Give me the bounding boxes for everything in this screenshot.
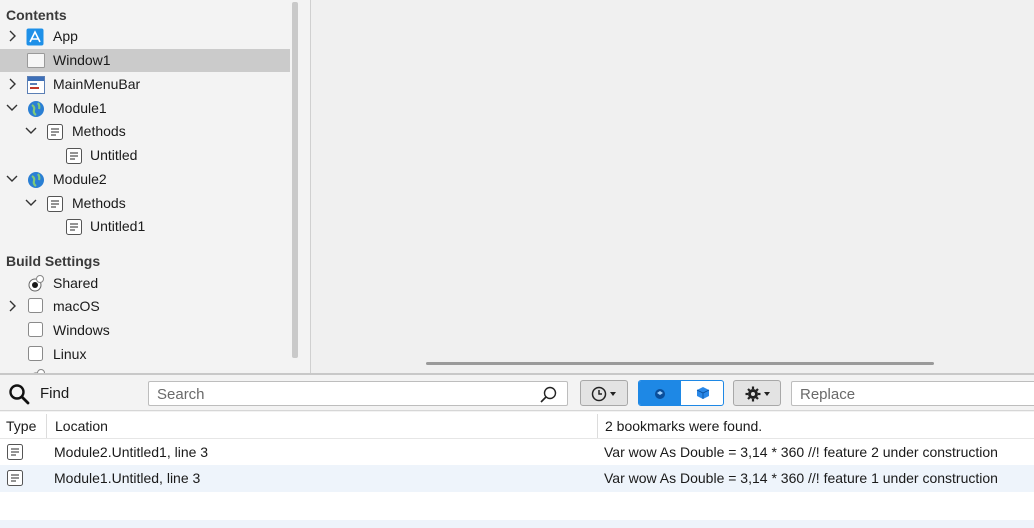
module-globe-icon bbox=[27, 100, 45, 118]
options-button[interactable] bbox=[733, 380, 781, 406]
build-item-partial bbox=[0, 366, 290, 373]
chevron-down-icon[interactable] bbox=[25, 125, 37, 137]
history-button[interactable] bbox=[580, 380, 628, 406]
scope-option-current[interactable] bbox=[639, 381, 681, 405]
scope-toggle bbox=[638, 380, 724, 406]
tree-item-label: Module1 bbox=[53, 100, 107, 116]
chevron-right-icon[interactable] bbox=[6, 30, 18, 42]
row-code: Var wow As Double = 3,14 * 360 //! featu… bbox=[604, 470, 998, 486]
tree-item-label: Methods bbox=[72, 195, 126, 211]
chevron-right-icon[interactable] bbox=[6, 78, 18, 90]
results-header: Type Location 2 bookmarks were found. bbox=[0, 412, 1034, 439]
results-status: 2 bookmarks were found. bbox=[605, 418, 763, 434]
tree-item-module1[interactable]: Module1 bbox=[0, 97, 290, 120]
sidebar-scrollbar-thumb[interactable] bbox=[292, 2, 298, 358]
bookmark-icon bbox=[6, 469, 24, 490]
build-item-shared[interactable]: Shared bbox=[0, 272, 290, 295]
build-item-macos[interactable]: macOS bbox=[0, 295, 290, 318]
folder-methods-icon bbox=[46, 195, 64, 213]
method-icon bbox=[65, 218, 83, 236]
tree-item-mainmenubar[interactable]: MainMenuBar bbox=[0, 73, 290, 96]
search-icon[interactable] bbox=[539, 385, 559, 408]
build-item-linux[interactable]: Linux bbox=[0, 343, 290, 366]
search-field[interactable] bbox=[148, 381, 568, 406]
find-magnifier-icon bbox=[8, 383, 30, 408]
sidebar-scrollbar[interactable] bbox=[290, 0, 310, 373]
checkbox-icon[interactable] bbox=[28, 346, 46, 364]
tree-item-untitled1[interactable]: Untitled1 bbox=[0, 215, 290, 238]
gear-icon bbox=[745, 385, 773, 406]
method-icon bbox=[65, 147, 83, 165]
results-table: Type Location 2 bookmarks were found. Mo… bbox=[0, 412, 1034, 528]
tree-item-module2[interactable]: Module2 bbox=[0, 168, 290, 191]
column-separator[interactable] bbox=[597, 414, 598, 438]
chevron-down-icon[interactable] bbox=[6, 102, 18, 114]
column-separator[interactable] bbox=[46, 414, 47, 438]
history-icon bbox=[591, 385, 619, 406]
tree-item-label: Untitled1 bbox=[90, 218, 146, 234]
tree-item-methods[interactable]: Methods bbox=[0, 192, 290, 215]
column-header-type[interactable]: Type bbox=[6, 418, 36, 434]
find-bar: Find bbox=[0, 375, 1034, 411]
chevron-right-icon[interactable] bbox=[6, 300, 18, 312]
editor-horizontal-scrollbar[interactable] bbox=[426, 362, 934, 365]
tree-item-label: Module2 bbox=[53, 171, 107, 187]
contents-header: Contents bbox=[6, 7, 67, 23]
tree-item-label: Methods bbox=[72, 123, 126, 139]
tree-item-label: Untitled bbox=[90, 147, 138, 163]
folder-methods-icon bbox=[46, 123, 64, 141]
build-item-label: macOS bbox=[53, 298, 100, 314]
tree-item-label: Window1 bbox=[53, 52, 111, 68]
find-label: Find bbox=[40, 385, 70, 402]
row-code: Var wow As Double = 3,14 * 360 //! featu… bbox=[604, 444, 998, 460]
cube-small-icon bbox=[654, 387, 666, 403]
module-globe-icon bbox=[27, 171, 45, 189]
build-item-label: Windows bbox=[53, 322, 110, 338]
row-location: Module1.Untitled, line 3 bbox=[54, 470, 201, 486]
replace-input[interactable] bbox=[798, 384, 1028, 404]
build-item-windows[interactable]: Windows bbox=[0, 319, 290, 342]
cube-icon bbox=[696, 386, 710, 403]
build-item-label: Linux bbox=[53, 346, 87, 362]
chevron-down-icon[interactable] bbox=[6, 173, 18, 185]
build-item-label: Shared bbox=[53, 275, 99, 291]
tree-item-label: MainMenuBar bbox=[53, 76, 141, 92]
table-row[interactable]: Module2.Untitled1, line 3 Var wow As Dou… bbox=[0, 439, 1034, 466]
tree-item-window1[interactable]: Window1 bbox=[0, 49, 290, 72]
checkbox-icon[interactable] bbox=[28, 298, 46, 316]
radio-icon[interactable] bbox=[27, 275, 45, 293]
chevron-down-icon[interactable] bbox=[25, 197, 37, 209]
app-icon bbox=[26, 28, 44, 46]
checkbox-icon[interactable] bbox=[28, 322, 46, 340]
search-input[interactable] bbox=[155, 384, 535, 404]
editor-area[interactable] bbox=[311, 0, 1034, 373]
column-header-location[interactable]: Location bbox=[55, 418, 108, 434]
bookmark-icon bbox=[6, 443, 24, 464]
empty-row bbox=[0, 520, 1034, 528]
replace-field[interactable] bbox=[791, 381, 1034, 406]
tree-item-app[interactable]: App bbox=[0, 25, 290, 48]
build-settings-header: Build Settings bbox=[6, 253, 101, 269]
tree-item-label: App bbox=[53, 28, 78, 44]
row-location: Module2.Untitled1, line 3 bbox=[54, 444, 209, 460]
menubar-icon bbox=[27, 76, 45, 94]
project-navigator: Contents App Window1 MainMenuBar Module1… bbox=[0, 0, 290, 373]
table-row[interactable]: Module1.Untitled, line 3 Var wow As Doub… bbox=[0, 465, 1034, 492]
window-icon bbox=[27, 52, 45, 70]
scope-option-project[interactable] bbox=[681, 381, 723, 405]
tree-item-methods[interactable]: Methods bbox=[0, 120, 290, 143]
tree-item-untitled[interactable]: Untitled bbox=[0, 144, 290, 167]
